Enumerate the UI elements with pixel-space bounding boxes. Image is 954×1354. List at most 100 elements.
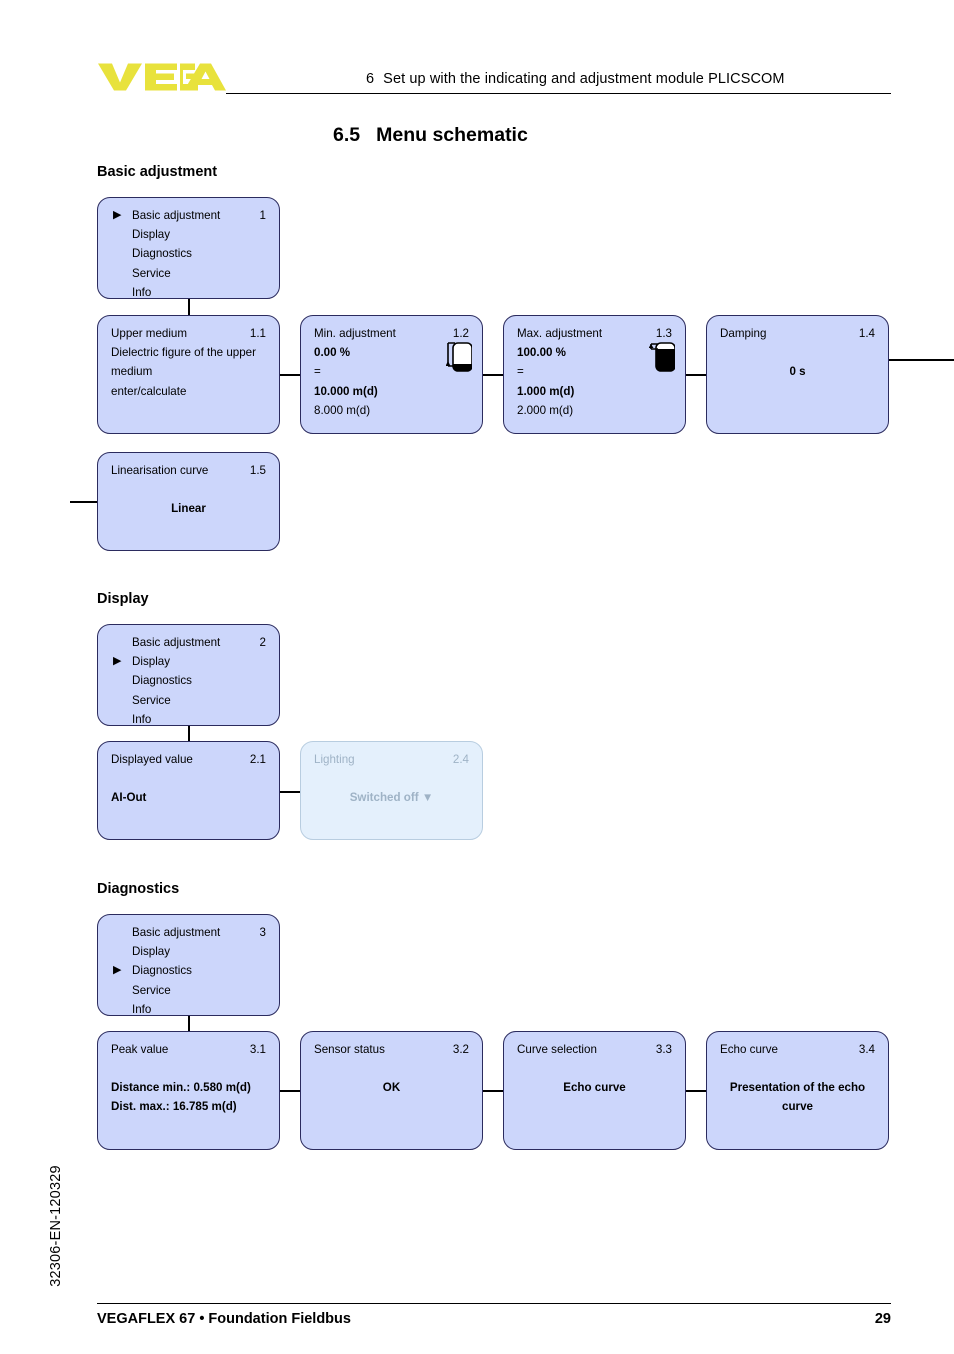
node-index: 3.4 [858, 1043, 875, 1056]
connector-3-3-to-3-4 [686, 1090, 707, 1092]
node-title: Upper medium [111, 327, 188, 340]
node-value: AI-Out [111, 791, 147, 805]
footer-divider [97, 1303, 891, 1304]
node-title: Min. adjustment [314, 327, 396, 340]
selection-arrow-icon: ▶ [113, 964, 122, 977]
menu-row-display[interactable]: ▶ Display [111, 652, 266, 671]
menu-node-basic-adjustment[interactable]: ▶ Basic adjustment 1 Display Diagnostics … [97, 197, 280, 299]
menu-row-diagnostics[interactable]: Diagnostics [111, 244, 266, 263]
menu-row-basic-adjustment[interactable]: Basic adjustment 2 [111, 633, 266, 652]
menu-row-label: Basic adjustment [132, 636, 221, 649]
node-value-bold: 1.000 m(d) [517, 384, 575, 398]
menu-row-service[interactable]: Service [111, 981, 266, 1000]
node-header: Curve selection 3.3 [517, 1040, 672, 1059]
menu-row-label: Display [132, 655, 171, 669]
node-index: 2.1 [249, 753, 266, 766]
node-title: Peak value [111, 1043, 169, 1056]
node-index: 1.4 [858, 327, 875, 340]
menu-row-diagnostics[interactable]: Diagnostics [111, 671, 266, 690]
menu-row-info[interactable]: Info [111, 710, 266, 729]
menu-row-info[interactable]: Info [111, 283, 266, 302]
node-header: Linearisation curve 1.5 [111, 461, 266, 480]
node-line-1: Dielectric figure of the upper [111, 346, 256, 360]
menu-row-label: Info [132, 285, 152, 299]
node-value: Presentation of the echo curve [729, 1081, 866, 1114]
menu-row-label: Basic adjustment [132, 209, 221, 222]
node-value-plain: 8.000 m(d) [314, 403, 371, 417]
header-chapter-title: 6 Set up with the indicating and adjustme… [366, 71, 891, 87]
selection-arrow-icon: ▶ [113, 655, 122, 668]
node-title: Linearisation curve [111, 464, 209, 477]
node-sensor-status[interactable]: Sensor status 3.2 OK [300, 1031, 483, 1150]
header-chapter-number: 6 [366, 71, 375, 87]
menu-row-info[interactable]: Info [111, 1000, 266, 1019]
node-index: 1.1 [249, 327, 266, 340]
connector-3-2-to-3-3 [483, 1090, 504, 1092]
menu-row-basic-adjustment[interactable]: Basic adjustment 3 [111, 923, 266, 942]
connector-1-1-to-1-2 [280, 374, 301, 376]
menu-node-diagnostics[interactable]: Basic adjustment 3 Display ▶ Diagnostics … [97, 914, 280, 1016]
node-header: Lighting 2.4 [314, 750, 469, 769]
node-linearisation-curve[interactable]: Linearisation curve 1.5 Linear [97, 452, 280, 551]
section-number: 6.5 [333, 124, 361, 146]
group-title-diagnostics: Diagnostics [97, 881, 180, 897]
menu-row-display[interactable]: Display [111, 225, 266, 244]
node-max-adjustment[interactable]: Max. adjustment 1.3 100.00 % = 1.000 m(d… [503, 315, 686, 434]
menu-row-service[interactable]: Service [111, 691, 266, 710]
node-header: Echo curve 3.4 [720, 1040, 875, 1059]
menu-row-label: Basic adjustment [132, 926, 221, 939]
node-displayed-value[interactable]: Displayed value 2.1 AI-Out [97, 741, 280, 840]
footer-page-number: 29 [874, 1311, 891, 1327]
node-line-2: medium [111, 365, 153, 379]
node-index: 3.1 [249, 1043, 266, 1056]
footer-product-name: VEGAFLEX 67 [97, 1311, 196, 1327]
menu-row-label: Diagnostics [132, 674, 192, 688]
node-curve-selection[interactable]: Curve selection 3.3 Echo curve [503, 1031, 686, 1150]
tank-max-icon [649, 342, 675, 372]
footer-product: VEGAFLEX 67 • Foundation Fieldbus [97, 1311, 351, 1327]
node-header: Sensor status 3.2 [314, 1040, 469, 1059]
node-value: Echo curve [563, 1081, 626, 1095]
menu-row-label: Diagnostics [132, 964, 192, 978]
node-echo-curve[interactable]: Echo curve 3.4 Presentation of the echo … [706, 1031, 889, 1150]
menu-node-index: 2 [259, 636, 266, 649]
node-min-adjustment[interactable]: Min. adjustment 1.2 0.00 % = 10.000 m(d)… [300, 315, 483, 434]
node-index: 2.4 [452, 753, 469, 766]
group-title-basic-adjustment: Basic adjustment [97, 164, 218, 180]
node-index: 3.2 [452, 1043, 469, 1056]
node-value-plain: 2.000 m(d) [517, 403, 574, 417]
node-damping[interactable]: Damping 1.4 0 s [706, 315, 889, 434]
group-title-display: Display [97, 591, 149, 607]
node-title: Echo curve [720, 1043, 778, 1056]
connector-1-4-to-1-5-left [70, 501, 98, 503]
menu-node-display[interactable]: Basic adjustment 2 ▶ Display Diagnostics … [97, 624, 280, 726]
node-title: Displayed value [111, 753, 193, 766]
menu-row-label: Service [132, 266, 171, 280]
connector-1-3-to-1-4 [686, 374, 707, 376]
node-peak-value[interactable]: Peak value 3.1 Distance min.: 0.580 m(d)… [97, 1031, 280, 1150]
node-value-bold: 10.000 m(d) [314, 384, 378, 398]
menu-row-label: Diagnostics [132, 247, 192, 261]
node-value: Linear [171, 502, 206, 516]
footer-separator: • [199, 1311, 205, 1327]
connector-1-4-to-1-5-right [889, 359, 954, 361]
header-divider [226, 93, 891, 94]
selection-arrow-icon: ▶ [113, 209, 122, 221]
menu-row-basic-adjustment[interactable]: ▶ Basic adjustment 1 [111, 206, 266, 225]
header-chapter-text: Set up with the indicating and adjustmen… [383, 71, 785, 87]
menu-row-display[interactable]: Display [111, 942, 266, 961]
menu-row-label: Info [132, 712, 152, 726]
footer-protocol: Foundation Fieldbus [208, 1311, 351, 1327]
node-title: Sensor status [314, 1043, 385, 1056]
menu-node-index: 1 [259, 209, 266, 222]
connector-3-1-to-3-2 [280, 1090, 301, 1092]
node-title: Max. adjustment [517, 327, 603, 340]
menu-row-service[interactable]: Service [111, 264, 266, 283]
section-title-text: Menu schematic [376, 124, 528, 146]
menu-row-diagnostics[interactable]: ▶ Diagnostics [111, 961, 266, 980]
node-lighting[interactable]: Lighting 2.4 Switched off ▼ [300, 741, 483, 840]
node-title: Lighting [314, 753, 355, 766]
tank-min-icon [446, 342, 472, 372]
document-code: 32306-EN-120329 [48, 1165, 64, 1287]
node-upper-medium[interactable]: Upper medium 1.1 Dielectric figure of th… [97, 315, 280, 434]
